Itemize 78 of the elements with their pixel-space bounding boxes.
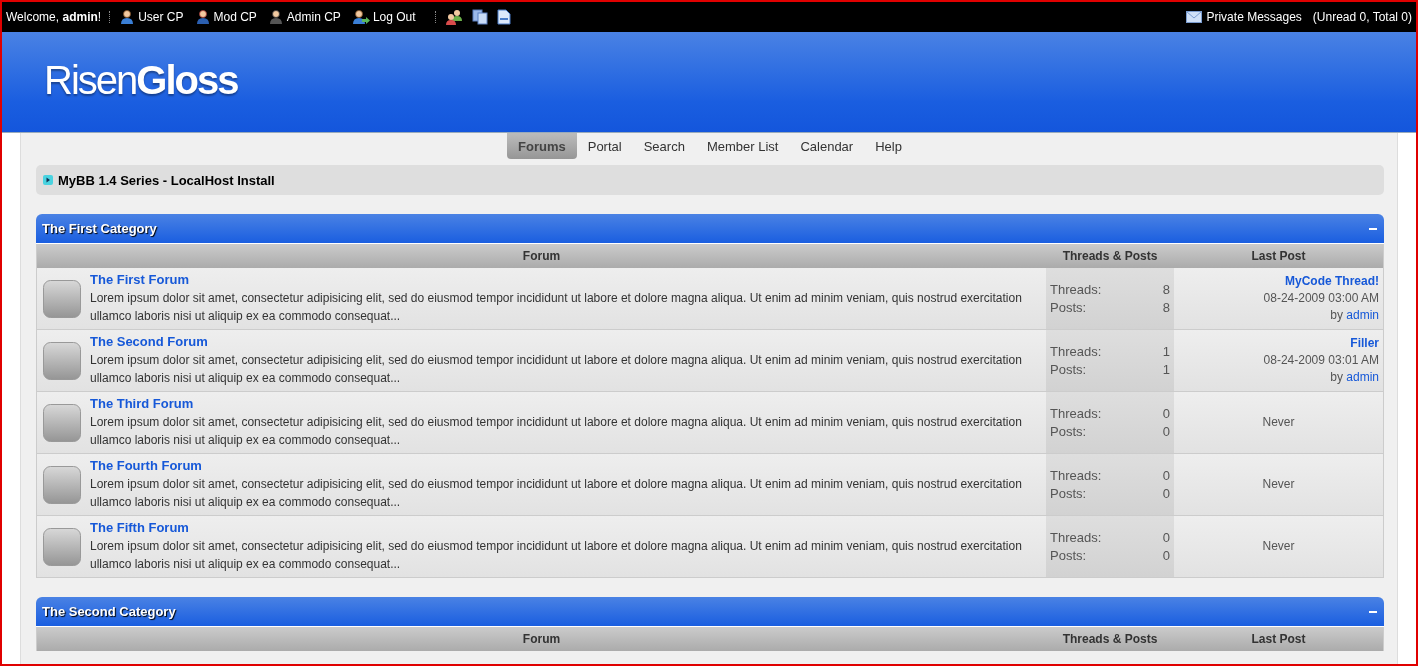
column-header: Last Post — [1250, 632, 1307, 646]
stat-label: Threads: — [1050, 406, 1103, 421]
stat-label: Posts: — [1050, 300, 1088, 315]
stat-label: Posts: — [1050, 424, 1088, 439]
logout-icon — [351, 9, 370, 25]
post-count: 8 — [1162, 300, 1170, 315]
forum-description: Lorem ipsum dolor sit amet, consectetur adipisicing elit, sed do eiusmod tempor incididunt ut labore et dolore magna aliqua. Ut enim ad minim veniam, quis nostrud exercitation ullamco laboris nisi ut aliquip ex ea commodo consequat... — [90, 538, 1023, 573]
forum-link[interactable]: The Second Forum — [90, 334, 208, 349]
thread-count: 0 — [1162, 530, 1170, 545]
last-post-text: Never — [1262, 414, 1295, 431]
thread-link[interactable]: Filler — [1350, 335, 1379, 352]
post-count: 0 — [1162, 424, 1170, 439]
copy-icon[interactable] — [471, 9, 488, 25]
forum-description: Lorem ipsum dolor sit amet, consectetur adipisicing elit, sed do eiusmod tempor incididunt ut labore et dolore magna aliqua. Ut enim ad minim veniam, quis nostrud exercitation ullamco laboris nisi ut aliquip ex ea commodo consequat... — [90, 352, 1023, 387]
stat-label: Threads: — [1050, 530, 1103, 545]
stat-label: Posts: — [1050, 548, 1088, 563]
thread-count: 0 — [1162, 406, 1170, 421]
column-header: Threads & Posts — [1061, 632, 1159, 646]
nav-tab[interactable]: Search — [632, 133, 696, 159]
user-icon — [119, 9, 136, 25]
topbar-link[interactable]: User CP — [119, 9, 184, 25]
post-count: 0 — [1162, 486, 1170, 501]
envelope-icon — [1186, 11, 1203, 23]
thread-link[interactable]: MyCode Thread! — [1285, 273, 1379, 290]
last-post-text: Never — [1262, 476, 1295, 493]
message-count: (Unread 0, Total 0) — [1312, 10, 1412, 24]
site-logo[interactable]: RisenGloss — [44, 57, 238, 107]
forum-status-icon — [43, 279, 81, 318]
category-title: The First Category — [42, 221, 157, 236]
post-count: 1 — [1162, 362, 1170, 377]
private-messages-link[interactable]: Private Messages — [1186, 10, 1302, 24]
topbar-link[interactable]: Mod CP — [194, 9, 257, 25]
forum-status-icon — [43, 527, 81, 566]
nav-tab[interactable]: Forums — [507, 133, 577, 159]
forum-description: Lorem ipsum dolor sit amet, consectetur adipisicing elit, sed do eiusmod tempor incididunt ut labore et dolore magna aliqua. Ut enim ad minim veniam, quis nostrud exercitation ullamco laboris nisi ut aliquip ex ea commodo consequat... — [90, 476, 1023, 511]
forum-status-icon — [43, 465, 81, 504]
user-icon — [267, 9, 284, 25]
forum-description: Lorem ipsum dolor sit amet, consectetur adipisicing elit, sed do eiusmod tempor incididunt ut labore et dolore magna aliqua. Ut enim ad minim veniam, quis nostrud exercitation ullamco laboris nisi ut aliquip ex ea commodo consequat... — [90, 414, 1023, 449]
thread-count: 0 — [1162, 468, 1170, 483]
post-date: 08-24-2009 03:00 AM — [1263, 290, 1379, 307]
thread-count: 1 — [1162, 344, 1170, 359]
bullet-icon — [43, 175, 53, 185]
users-icon[interactable] — [444, 9, 463, 25]
category-title: The Second Category — [42, 604, 176, 619]
forum-description: Lorem ipsum dolor sit amet, consectetur adipisicing elit, sed do eiusmod tempor incididunt ut labore et dolore magna aliqua. Ut enim ad minim veniam, quis nostrud exercitation ullamco laboris nisi ut aliquip ex ea commodo consequat... — [90, 290, 1023, 325]
forum-status-icon — [43, 403, 81, 442]
column-header: Last Post — [1250, 249, 1307, 263]
topbar-link[interactable]: Log Out — [351, 9, 416, 25]
stat-label: Threads: — [1050, 468, 1103, 483]
stat-label: Threads: — [1050, 282, 1103, 297]
forum-link[interactable]: The Fourth Forum — [90, 458, 202, 473]
nav-tab[interactable]: Member List — [695, 133, 790, 159]
nav-tab[interactable]: Help — [864, 133, 913, 159]
stat-label: Posts: — [1050, 486, 1088, 501]
column-header: Threads & Posts — [1061, 249, 1159, 263]
author-link[interactable]: admin — [1346, 370, 1379, 384]
nav-tab[interactable]: Portal — [576, 133, 633, 159]
nav-tab[interactable]: Calendar — [789, 133, 865, 159]
forum-link[interactable]: The Third Forum — [90, 396, 194, 411]
forum-link[interactable]: The First Forum — [90, 272, 189, 287]
thread-count: 8 — [1162, 282, 1170, 297]
column-header: Forum — [521, 632, 562, 646]
by-label: by — [1330, 370, 1343, 384]
last-post-text: Never — [1262, 538, 1295, 555]
column-header: Forum — [521, 249, 562, 263]
welcome-text: Welcome, admin! — [6, 10, 102, 24]
stat-label: Threads: — [1050, 344, 1103, 359]
post-count: 0 — [1162, 548, 1170, 563]
stat-label: Posts: — [1050, 362, 1088, 377]
topbar-link[interactable]: Admin CP — [267, 9, 341, 25]
forum-link[interactable]: The Fifth Forum — [90, 520, 189, 535]
post-date: 08-24-2009 03:01 AM — [1263, 352, 1379, 369]
author-link[interactable]: admin — [1346, 308, 1379, 322]
breadcrumb-text: MyBB 1.4 Series - LocalHost Install — [58, 172, 275, 188]
document-icon[interactable] — [496, 9, 511, 25]
user-icon — [194, 9, 211, 25]
by-label: by — [1330, 308, 1343, 322]
forum-status-icon — [43, 341, 81, 380]
